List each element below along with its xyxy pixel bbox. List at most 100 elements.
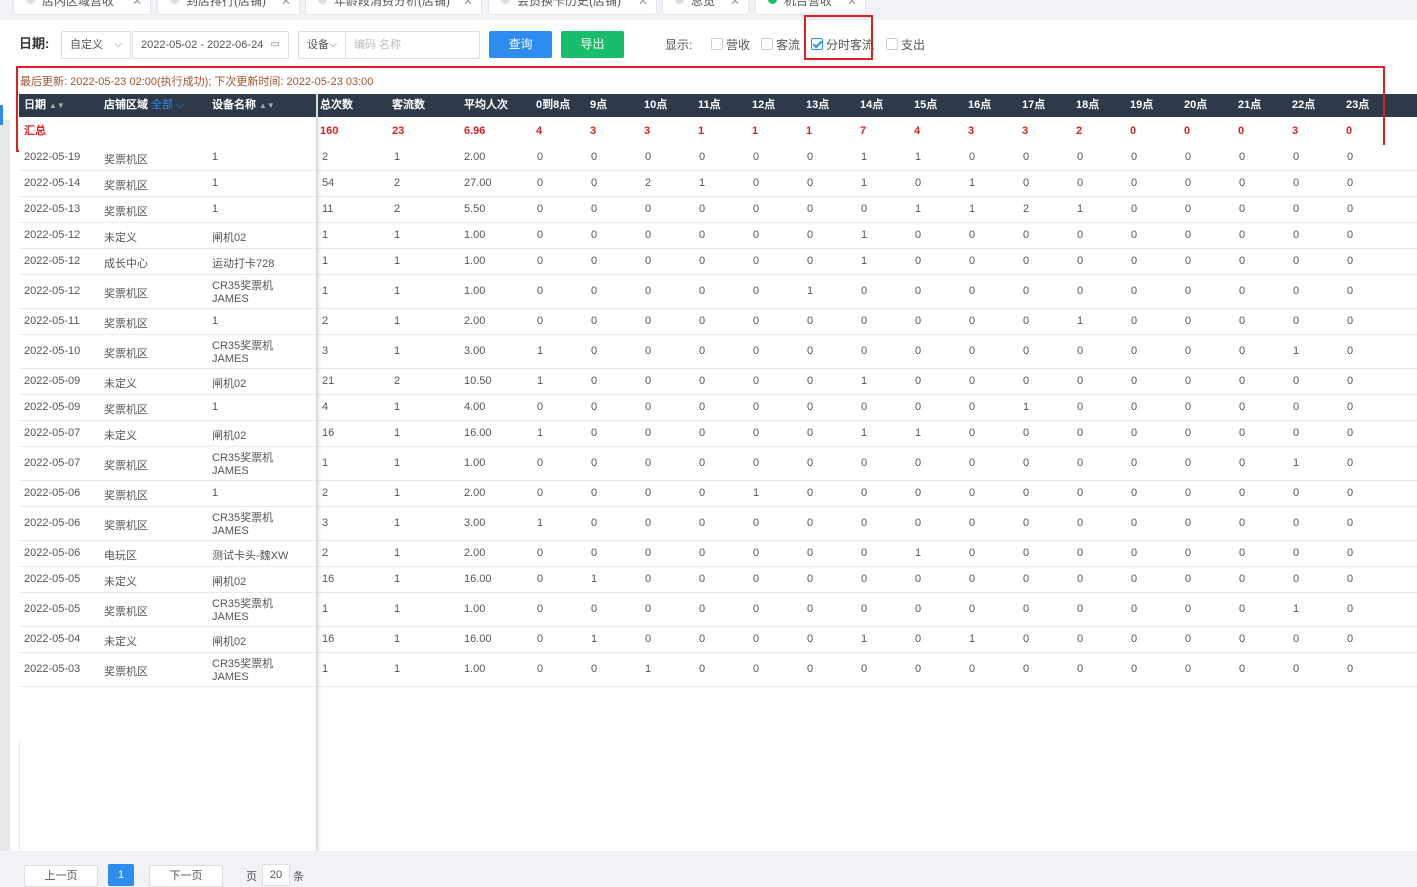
table-row: 2022-05-09 未定义 闸机02 21 2 10.50 1 0 0 0 0 0 1 0 0 0 0 0 0 0 0… [19,369,1417,395]
cell-hour-12: 0 [1185,487,1192,499]
tab-label: 到店排行(店铺) [186,0,266,8]
cell-total: 3 [322,345,329,357]
highlight-box-table-header [16,66,1385,152]
cell-device-line1: CR35奖票机 [212,598,274,610]
cell-device: 闸机02 [212,232,247,244]
tab-2[interactable]: 年龄段消费分析(店铺) ✕ [305,0,482,15]
cell-hour-15: 0 [1347,345,1354,357]
cell-hour-4: 0 [753,315,760,327]
current-page[interactable]: 1 [108,864,134,886]
cell-visitors: 1 [394,427,401,439]
cell-hour-1: 0 [591,177,598,189]
device-search-input[interactable]: 编码 名称 [345,31,480,59]
cell-hour-9: 0 [1023,255,1030,267]
tab-5[interactable]: 机台营收 ✕ [755,0,866,15]
tab-label: 年龄段消费分析(店铺) [334,0,450,8]
page-size-input[interactable]: 20 [262,864,290,886]
cell-total: 2 [322,151,329,163]
checkbox-box[interactable] [711,38,723,50]
date-range-value: 2022-05-02 - 2022-06-24 [141,39,264,51]
cell-hour-0: 0 [537,401,544,413]
close-icon[interactable]: ✕ [730,0,740,11]
cell-hour-8: 0 [969,547,976,559]
checkbox-visitors[interactable]: 客流 [761,38,801,52]
prev-page-button[interactable]: 上一页 [24,865,98,887]
checkbox-box[interactable] [761,38,773,50]
cell-hour-3: 0 [699,603,706,615]
cell-hour-10: 0 [1077,255,1084,267]
cell-hour-12: 0 [1185,427,1192,439]
cell-device-line2: JAMES [212,525,249,537]
cell-hour-5: 0 [807,345,814,357]
left-edge [0,120,10,876]
checkbox-expense[interactable]: 支出 [886,38,926,52]
cell-hour-9: 0 [1023,663,1030,675]
cell-hour-11: 0 [1131,401,1138,413]
tab-4[interactable]: 总览 ✕ [662,0,749,15]
cell-hour-7: 1 [915,547,922,559]
cell-visitors: 1 [394,517,401,529]
cell-hour-1: 0 [591,547,598,559]
cell-total: 21 [322,375,335,387]
next-page-button[interactable]: 下一页 [149,865,223,887]
display-label: 显示: [665,38,693,52]
checkbox-box[interactable] [886,38,898,50]
cell-hour-11: 0 [1131,457,1138,469]
table-row: 2022-05-12 成长中心 运动打卡728 1 1 1.00 0 0 0 0 0 0 1 0 0 0 0 0 0… [19,249,1417,275]
date-mode-select[interactable]: 自定义 ⌵ [61,31,131,59]
cell-hour-14: 0 [1293,315,1300,327]
cell-hour-12: 0 [1185,573,1192,585]
cell-hour-2: 2 [645,177,652,189]
cell-hour-11: 0 [1131,151,1138,163]
table-row: 2022-05-05 未定义 闸机02 16 1 16.00 0 1 0 0 0 0 0 0 0 0 0 0 0 0 0… [19,567,1417,593]
tab-1[interactable]: 到店排行(店铺) ✕ [157,0,300,15]
tab-0[interactable]: 店内区域营收 ✕ [13,0,151,15]
cell-hour-1: 0 [591,375,598,387]
device-select[interactable]: 设备 ⌵ [298,31,346,59]
close-icon[interactable]: ✕ [281,0,291,11]
cell-area: 奖票机区 [104,666,148,678]
close-icon[interactable]: ✕ [463,0,473,11]
close-icon[interactable]: ✕ [638,0,648,11]
cell-hour-7: 0 [915,285,922,297]
cell-total: 1 [322,229,329,241]
cell-hour-8: 1 [969,633,976,645]
export-button[interactable]: 导出 [561,31,624,58]
cell-total: 16 [322,427,335,439]
cell-hour-0: 0 [537,315,544,327]
cell-hour-2: 0 [645,427,652,439]
cell-date: 2022-05-14 [24,177,81,189]
cell-hour-7: 0 [915,229,922,241]
cell-hour-2: 0 [645,151,652,163]
close-icon[interactable]: ✕ [132,0,142,11]
cell-hour-11: 0 [1131,487,1138,499]
cell-device-line2: JAMES [212,353,249,365]
table-row: 2022-05-07 奖票机区 CR35奖票机 JAMES 1 1 1.00 0 0 0 0 0 0 0 0… [19,447,1417,481]
checkbox-revenue[interactable]: 营收 [711,38,751,52]
tab-status-dot [170,0,179,4]
tab-label: 店内区域营收 [42,0,115,8]
cell-hour-0: 0 [537,255,544,267]
cell-hour-4: 0 [753,255,760,267]
cell-hour-14: 0 [1293,255,1300,267]
cell-hour-8: 1 [969,177,976,189]
cell-hour-9: 0 [1023,229,1030,241]
query-button[interactable]: 查询 [489,31,552,58]
cell-hour-0: 0 [537,603,544,615]
date-range-input[interactable]: 2022-05-02 - 2022-06-24 ▭ [132,31,289,59]
cell-hour-4: 0 [753,203,760,215]
cell-total: 2 [322,547,329,559]
cell-area: 奖票机区 [104,490,148,502]
cell-total: 3 [322,517,329,529]
cell-hour-0: 0 [537,633,544,645]
cell-hour-7: 0 [915,633,922,645]
cell-hour-1: 0 [591,345,598,357]
cell-avg: 1.00 [464,255,486,267]
cell-hour-2: 0 [645,573,652,585]
cell-hour-4: 0 [753,517,760,529]
close-icon[interactable]: ✕ [847,0,857,11]
cell-total: 1 [322,663,329,675]
tab-3[interactable]: 会员换卡历史(店铺) ✕ [488,0,657,15]
cell-hour-6: 0 [861,285,868,297]
cell-area: 未定义 [104,232,137,244]
